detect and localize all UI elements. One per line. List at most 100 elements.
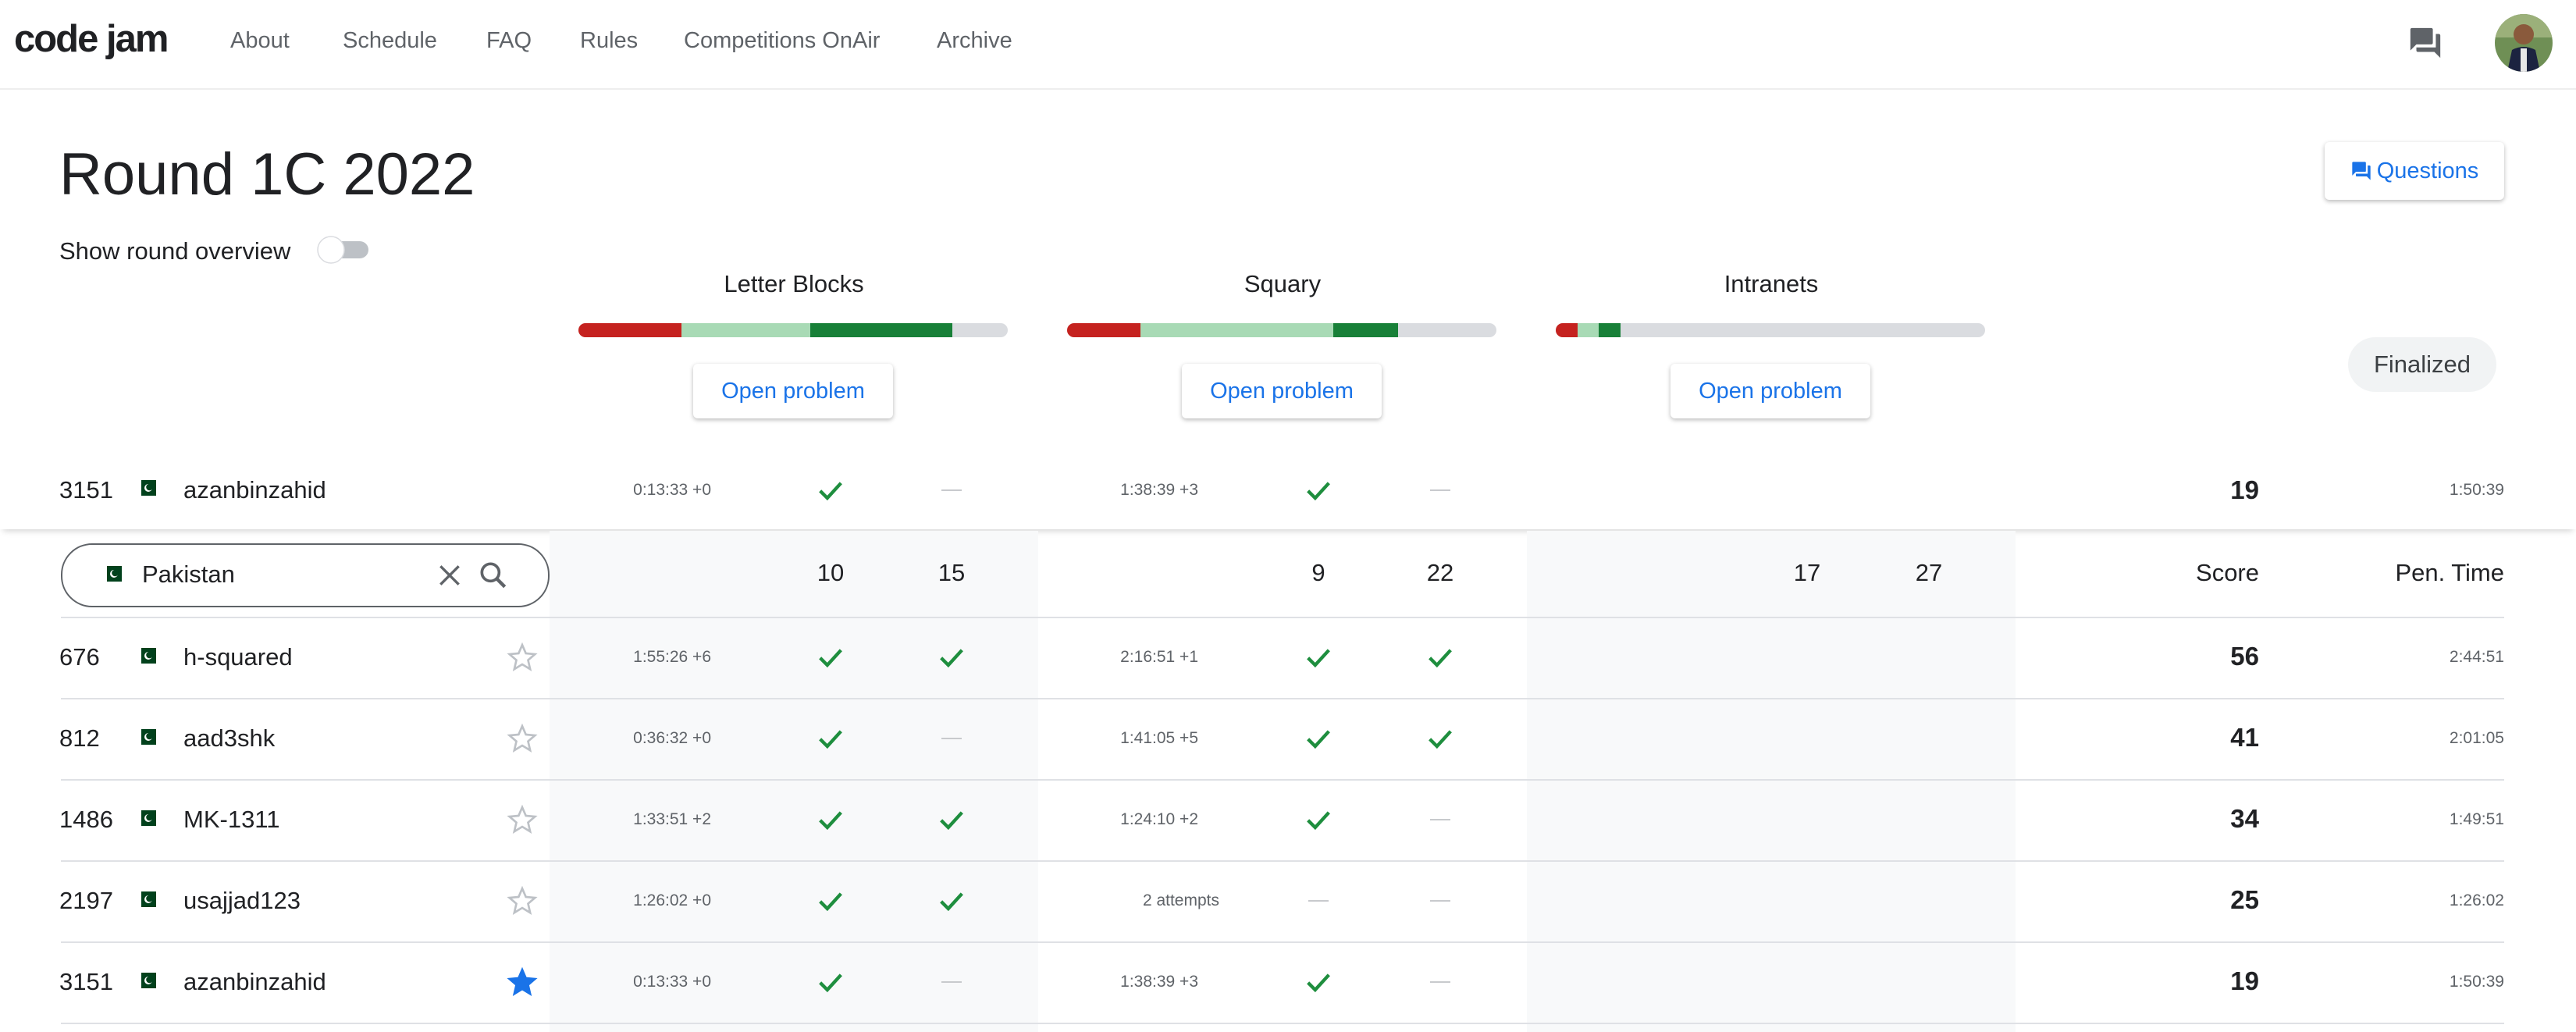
pakistan-flag-icon (136, 810, 156, 826)
round-overview-label: Show round overview (59, 237, 291, 265)
username[interactable]: h-squared (183, 643, 293, 671)
pakistan-flag-icon (136, 648, 156, 664)
rank: 812 (59, 724, 100, 752)
username[interactable]: aad3shk (183, 724, 275, 753)
solve-time: 1:55:26 +6 (633, 648, 711, 666)
result-cell (1425, 723, 1456, 758)
round-overview-toggle[interactable] (315, 234, 372, 265)
progress-segment (681, 323, 810, 337)
current-user-row: 3151 azanbinzahid 0:13:33 +0 1:38:39 +3 … (0, 453, 2576, 529)
problem-column-shade (1527, 531, 2016, 1032)
column-points: 15 (938, 559, 966, 586)
result-cell (1303, 475, 1334, 510)
result-cell (1430, 900, 1450, 902)
pakistan-flag-icon (101, 566, 122, 582)
column-score: Score (2196, 559, 2259, 586)
result-cell (815, 885, 846, 920)
nav-schedule[interactable]: Schedule (343, 28, 437, 54)
nav-archive[interactable]: Archive (937, 28, 1012, 54)
open-problem-button[interactable]: Open problem (1182, 364, 1382, 418)
star-icon[interactable] (507, 723, 538, 754)
problem-progress-bar (1556, 323, 1985, 337)
check-icon (1307, 482, 1330, 501)
star-icon[interactable] (507, 642, 538, 673)
dash-icon (1430, 900, 1450, 902)
progress-segment (1333, 323, 1398, 337)
questions-button[interactable]: Questions (2325, 142, 2504, 200)
result-cell (941, 738, 962, 739)
dash-icon (1430, 981, 1450, 983)
progress-segment (578, 323, 681, 337)
score: 56 (2230, 642, 2259, 671)
result-cell (941, 981, 962, 983)
page-title: Round 1C 2022 (59, 141, 475, 208)
username[interactable]: azanbinzahid (183, 968, 326, 996)
divider (61, 941, 2504, 943)
username[interactable]: usajjad123 (183, 887, 301, 915)
chat-icon[interactable] (2407, 25, 2443, 61)
nav-about[interactable]: About (230, 28, 290, 54)
penalty-time: 2:44:51 (2449, 648, 2504, 666)
star-icon[interactable] (507, 885, 538, 916)
rank: 676 (59, 643, 100, 671)
check-icon (1307, 973, 1330, 993)
username[interactable]: MK-1311 (183, 806, 280, 834)
nav-faq[interactable]: FAQ (486, 28, 532, 54)
check-icon (1307, 649, 1330, 668)
score: 19 (2230, 966, 2259, 995)
star-icon[interactable] (507, 966, 538, 998)
progress-segment (1140, 323, 1333, 337)
problem-column-shade (550, 531, 1038, 1032)
check-icon (819, 482, 842, 501)
result-cell (815, 966, 846, 1002)
score: 19 (2230, 475, 2259, 504)
country-filter-input[interactable]: Pakistan (61, 543, 550, 607)
divider (61, 779, 2504, 781)
user-avatar[interactable] (2495, 14, 2553, 72)
open-problem-button[interactable]: Open problem (693, 364, 893, 418)
result-cell (1303, 642, 1334, 677)
star-icon[interactable] (507, 804, 538, 835)
dash-icon (941, 981, 962, 983)
column-penalty-time: Pen. Time (2395, 559, 2504, 586)
result-cell (936, 642, 967, 677)
penalty-time: 1:49:51 (2449, 810, 2504, 828)
result-cell (1430, 819, 1450, 820)
result-cell (1303, 804, 1334, 839)
result-cell (936, 804, 967, 839)
clear-icon[interactable] (434, 560, 465, 591)
problem-progress-bar (578, 323, 1008, 337)
check-icon (940, 649, 963, 668)
solve-time: 1:38:39 +3 (1120, 973, 1198, 991)
check-icon (1307, 730, 1330, 749)
check-icon (819, 892, 842, 912)
nav-rules[interactable]: Rules (580, 28, 638, 54)
rank: 2197 (59, 887, 113, 914)
dash-icon (1308, 900, 1329, 902)
dash-icon (941, 738, 962, 739)
progress-segment (1067, 323, 1140, 337)
country-filter-value: Pakistan (142, 560, 235, 588)
check-icon (819, 811, 842, 831)
code-jam-logo[interactable]: code jam (14, 17, 169, 61)
open-problem-button[interactable]: Open problem (1670, 364, 1870, 418)
check-icon (1429, 649, 1452, 668)
pakistan-flag-icon (136, 729, 156, 745)
progress-segment (810, 323, 952, 337)
solve-time: 1:24:10 +2 (1120, 810, 1198, 828)
divider (61, 1023, 2504, 1024)
username[interactable]: azanbinzahid (183, 476, 326, 504)
check-icon (1307, 811, 1330, 831)
top-navigation-bar: code jam About Schedule FAQ Rules Compet… (0, 0, 2576, 90)
result-cell (1308, 900, 1329, 902)
penalty-time: 1:26:02 (2449, 891, 2504, 909)
result-cell (1425, 642, 1456, 677)
result-cell (936, 885, 967, 920)
result-cell (941, 489, 962, 491)
result-cell (815, 475, 846, 510)
divider (61, 860, 2504, 862)
penalty-time: 2:01:05 (2449, 729, 2504, 747)
nav-competitions-onair[interactable]: Competitions OnAir (684, 28, 880, 54)
result-cell (1430, 489, 1450, 491)
search-icon[interactable] (476, 558, 511, 593)
